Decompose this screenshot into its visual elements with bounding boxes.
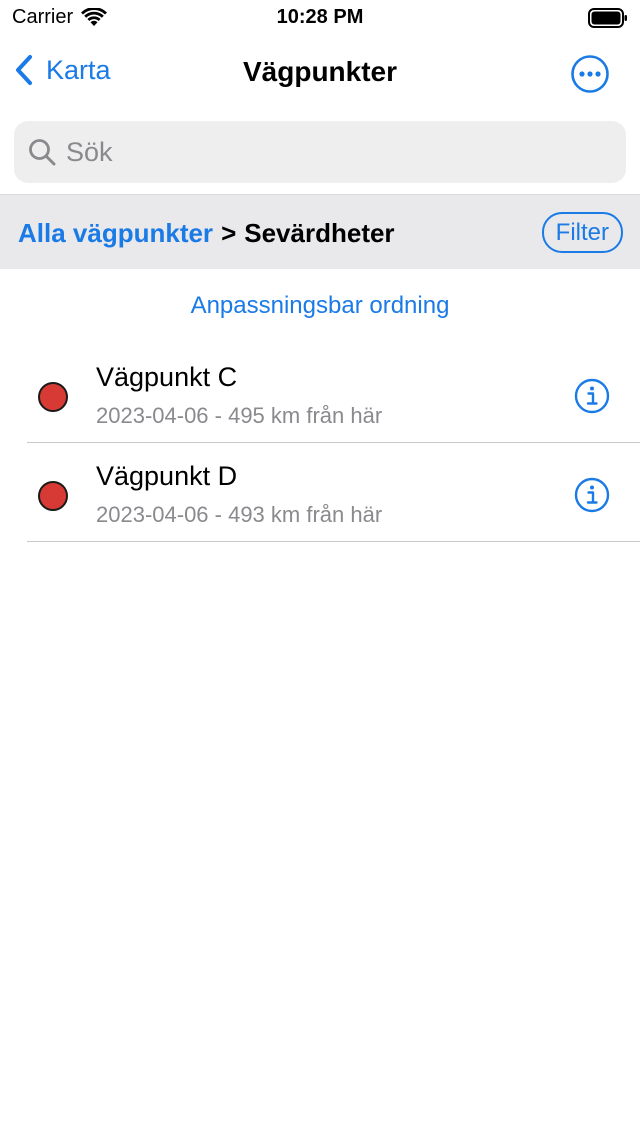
list-item[interactable]: Vägpunkt C 2023-04-06 - 495 km från här: [0, 344, 640, 443]
filter-bar: Alla vägpunkter > Sevärdheter Filter: [0, 194, 640, 269]
info-icon[interactable]: [574, 477, 610, 513]
waypoint-detail: 2023-04-06 - 493 km från här: [96, 502, 383, 527]
search-icon: [29, 139, 56, 166]
page-title: Vägpunkter: [242, 56, 398, 87]
battery-icon: [588, 8, 627, 28]
ellipsis-circle-icon[interactable]: [570, 54, 610, 94]
waypoint-marker-icon: [38, 382, 68, 412]
waypoint-list: Vägpunkt C 2023-04-06 - 495 km från här …: [0, 344, 640, 542]
status-time: 10:28 PM: [276, 6, 364, 28]
waypoint-marker-icon: [38, 481, 68, 511]
waypoint-name: Vägpunkt C: [96, 362, 238, 392]
breadcrumb: Alla vägpunkter > Sevärdheter: [18, 218, 395, 249]
waypoint-name: Vägpunkt D: [96, 461, 238, 491]
filter-button[interactable]: Filter: [541, 212, 623, 253]
search-input[interactable]: [66, 136, 586, 168]
search-bar: [14, 121, 626, 183]
breadcrumb-separator: >: [221, 218, 237, 248]
navigation-bar: Karta Vägpunkter: [0, 40, 640, 106]
breadcrumb-all-waypoints[interactable]: Alla vägpunkter: [18, 218, 213, 249]
breadcrumb-current: Sevärdheter: [244, 218, 395, 248]
sort-order-button[interactable]: Anpassningsbar ordning: [0, 292, 640, 320]
list-item[interactable]: Vägpunkt D 2023-04-06 - 493 km från här: [0, 443, 640, 542]
divider: [27, 541, 640, 542]
waypoint-detail: 2023-04-06 - 495 km från här: [96, 403, 383, 428]
status-bar: Carrier 10:28 PM: [0, 0, 640, 36]
info-icon[interactable]: [574, 378, 610, 414]
